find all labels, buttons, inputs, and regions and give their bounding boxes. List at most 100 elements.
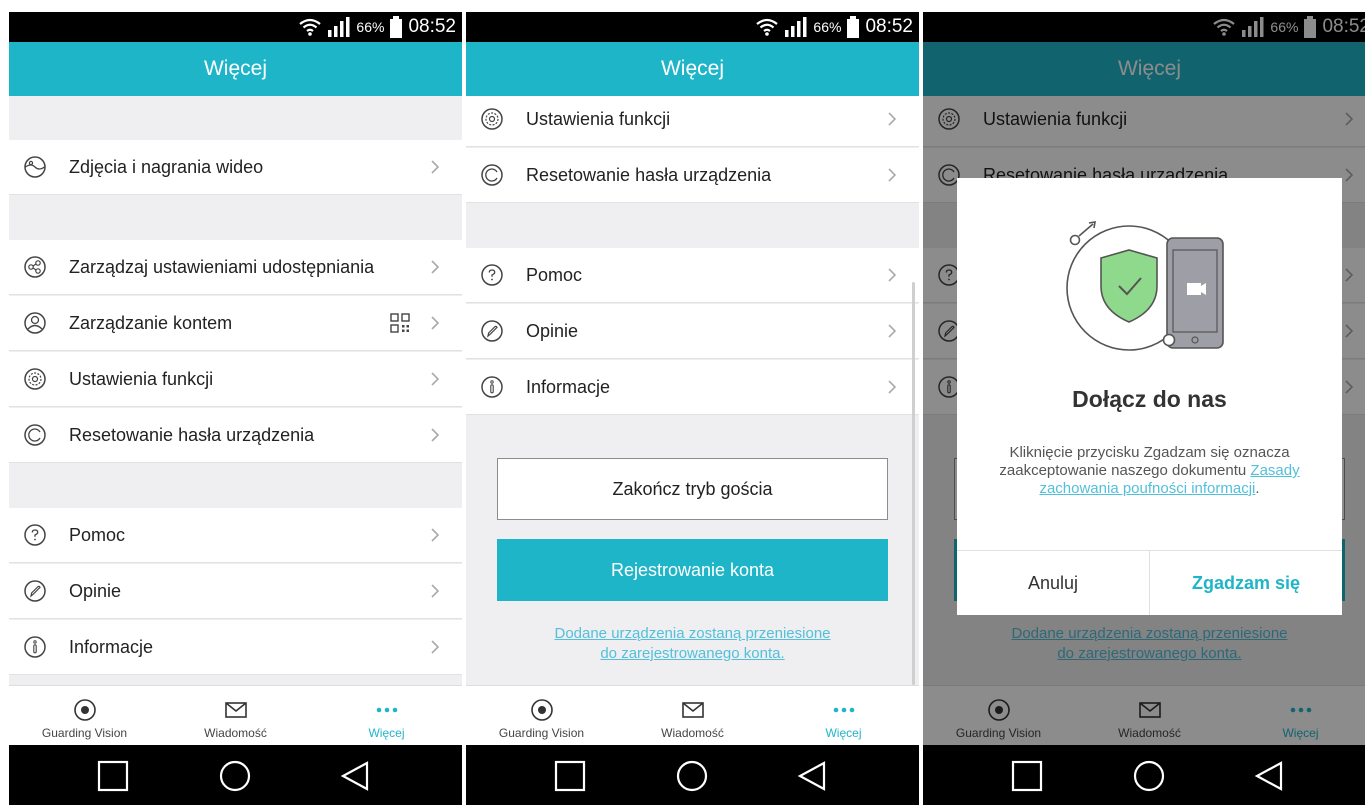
envelope-icon bbox=[224, 702, 247, 718]
menu-label-features: Ustawienia funkcji bbox=[69, 368, 214, 389]
tab-guarding-vision[interactable]: Guarding Vision bbox=[9, 686, 160, 746]
chevron-right-icon bbox=[431, 372, 440, 386]
chevron-right-icon bbox=[431, 640, 440, 654]
dialog-body-suffix: . bbox=[1255, 480, 1260, 497]
help-icon bbox=[24, 524, 46, 546]
recents-button[interactable] bbox=[554, 760, 586, 792]
camera-eye-icon bbox=[530, 699, 553, 721]
menu-item-reset-password[interactable]: Resetowanie hasła urządzenia bbox=[466, 148, 919, 203]
signal-icon bbox=[785, 17, 807, 37]
menu-list: Ustawienia funkcji Resetowanie hasła urz… bbox=[466, 96, 919, 685]
agree-button[interactable]: Zgadzam się bbox=[1150, 551, 1342, 615]
tab-messages[interactable]: Wiadomość bbox=[617, 686, 768, 746]
back-button[interactable] bbox=[1253, 760, 1285, 792]
tab-label: Wiadomość bbox=[204, 726, 267, 740]
chevron-right-icon bbox=[888, 268, 897, 282]
system-nav-bar bbox=[923, 745, 1365, 805]
page-title: Więcej bbox=[9, 42, 462, 96]
menu-item-info[interactable]: Informacje bbox=[9, 620, 462, 675]
menu-item-features[interactable]: Ustawienia funkcji bbox=[466, 96, 919, 147]
qr-code-icon[interactable] bbox=[390, 313, 410, 333]
envelope-icon bbox=[681, 702, 704, 718]
chevron-right-icon bbox=[888, 380, 897, 394]
system-nav-bar bbox=[9, 745, 462, 805]
menu-label-sharing: Zarządzaj ustawieniami udostępniania bbox=[69, 256, 375, 277]
menu-label-help: Pomoc bbox=[526, 264, 583, 285]
tab-messages[interactable]: Wiadomość bbox=[160, 686, 311, 746]
menu-item-help[interactable]: Pomoc bbox=[466, 248, 919, 303]
home-button[interactable] bbox=[1133, 760, 1165, 792]
menu-item-features[interactable]: Ustawienia funkcji bbox=[9, 352, 462, 407]
menu-label-photos: Zdjęcia i nagrania wideo bbox=[69, 156, 264, 177]
pen-icon bbox=[481, 320, 503, 342]
battery-percent: 66% bbox=[356, 19, 385, 35]
gear-icon bbox=[481, 108, 503, 130]
menu-list: Zdjęcia i nagrania wideo Zarządzaj ustaw… bbox=[9, 96, 462, 685]
reset-icon bbox=[481, 164, 503, 186]
recents-button[interactable] bbox=[97, 760, 129, 792]
wifi-icon bbox=[756, 18, 779, 36]
tab-label: Guarding Vision bbox=[498, 726, 585, 740]
info-icon bbox=[24, 636, 46, 658]
bottom-tab-bar: Guarding Vision Wiadomość Więcej bbox=[466, 685, 919, 745]
clock: 08:52 bbox=[408, 16, 456, 37]
gallery-icon bbox=[24, 156, 46, 178]
dialog-message: Kliknięcie przycisku Zgadzam się oznacza… bbox=[997, 444, 1302, 498]
scrollbar[interactable] bbox=[912, 282, 915, 685]
devices-migration-link[interactable]: Dodane urządzenia zostaną przeniesione d… bbox=[496, 624, 889, 664]
menu-item-help[interactable]: Pomoc bbox=[9, 508, 462, 563]
menu-label-feedback: Opinie bbox=[526, 320, 579, 341]
tab-label: Więcej bbox=[368, 726, 405, 740]
signal-icon bbox=[328, 17, 350, 37]
tab-more[interactable]: Więcej bbox=[311, 686, 462, 746]
cancel-button[interactable]: Anuluj bbox=[957, 551, 1150, 615]
menu-item-photos[interactable]: Zdjęcia i nagrania wideo bbox=[9, 140, 462, 195]
account-icon bbox=[24, 312, 46, 334]
tab-label: Guarding Vision bbox=[41, 726, 128, 740]
chevron-right-icon bbox=[431, 316, 440, 330]
chevron-right-icon bbox=[431, 260, 440, 274]
chevron-right-icon bbox=[431, 584, 440, 598]
reset-icon bbox=[24, 424, 46, 446]
tab-guarding-vision[interactable]: Guarding Vision bbox=[466, 686, 617, 746]
page-title: Więcej bbox=[466, 42, 919, 96]
home-button[interactable] bbox=[219, 760, 251, 792]
more-dots-icon bbox=[376, 707, 397, 713]
screen-more-menu: 66% 08:52 Więcej Zdjęcia i nagrania wide… bbox=[9, 0, 462, 805]
menu-label-info: Informacje bbox=[69, 636, 154, 657]
menu-item-reset-password[interactable]: Resetowanie hasła urządzenia bbox=[9, 408, 462, 463]
battery-percent: 66% bbox=[813, 19, 842, 35]
back-button[interactable] bbox=[796, 760, 828, 792]
menu-item-account[interactable]: Zarządzanie kontem bbox=[9, 296, 462, 351]
chevron-right-icon bbox=[888, 112, 897, 126]
menu-item-feedback[interactable]: Opinie bbox=[9, 564, 462, 619]
recents-button[interactable] bbox=[1011, 760, 1043, 792]
menu-item-info[interactable]: Informacje bbox=[466, 360, 919, 415]
security-phone-illustration bbox=[1066, 221, 1224, 351]
screen-more-scrolled: 66% 08:52 Więcej Ustawienia funkcji Rese… bbox=[466, 0, 919, 805]
join-us-dialog: Dołącz do nas Kliknięcie przycisku Zgadz… bbox=[957, 178, 1342, 615]
chevron-right-icon bbox=[431, 428, 440, 442]
menu-item-sharing[interactable]: Zarządzaj ustawieniami udostępniania bbox=[9, 240, 462, 295]
menu-item-feedback[interactable]: Opinie bbox=[466, 304, 919, 359]
battery-icon bbox=[847, 16, 860, 38]
migration-line-1: Dodane urządzenia zostaną przeniesione bbox=[554, 625, 831, 642]
pen-icon bbox=[24, 580, 46, 602]
chevron-right-icon bbox=[888, 324, 897, 338]
end-guest-mode-button[interactable]: Zakończ tryb gościa bbox=[497, 458, 888, 520]
menu-label-reset: Resetowanie hasła urządzenia bbox=[69, 424, 315, 445]
register-account-button[interactable]: Rejestrowanie konta bbox=[497, 539, 888, 601]
menu-label-account: Zarządzanie kontem bbox=[69, 312, 233, 333]
dialog-title: Dołącz do nas bbox=[1072, 386, 1227, 412]
tab-more[interactable]: Więcej bbox=[768, 686, 919, 746]
home-button[interactable] bbox=[676, 760, 708, 792]
menu-label-reset: Resetowanie hasła urządzenia bbox=[526, 164, 772, 185]
back-button[interactable] bbox=[339, 760, 371, 792]
more-dots-icon bbox=[833, 707, 854, 713]
gear-icon bbox=[24, 368, 46, 390]
menu-label-help: Pomoc bbox=[69, 524, 126, 545]
chevron-right-icon bbox=[431, 528, 440, 542]
bottom-tab-bar: Guarding Vision Wiadomość Więcej bbox=[9, 685, 462, 745]
screen-join-dialog: 66% 08:52 Więcej Ustawienia funkcji Rese… bbox=[923, 0, 1365, 805]
chevron-right-icon bbox=[888, 168, 897, 182]
